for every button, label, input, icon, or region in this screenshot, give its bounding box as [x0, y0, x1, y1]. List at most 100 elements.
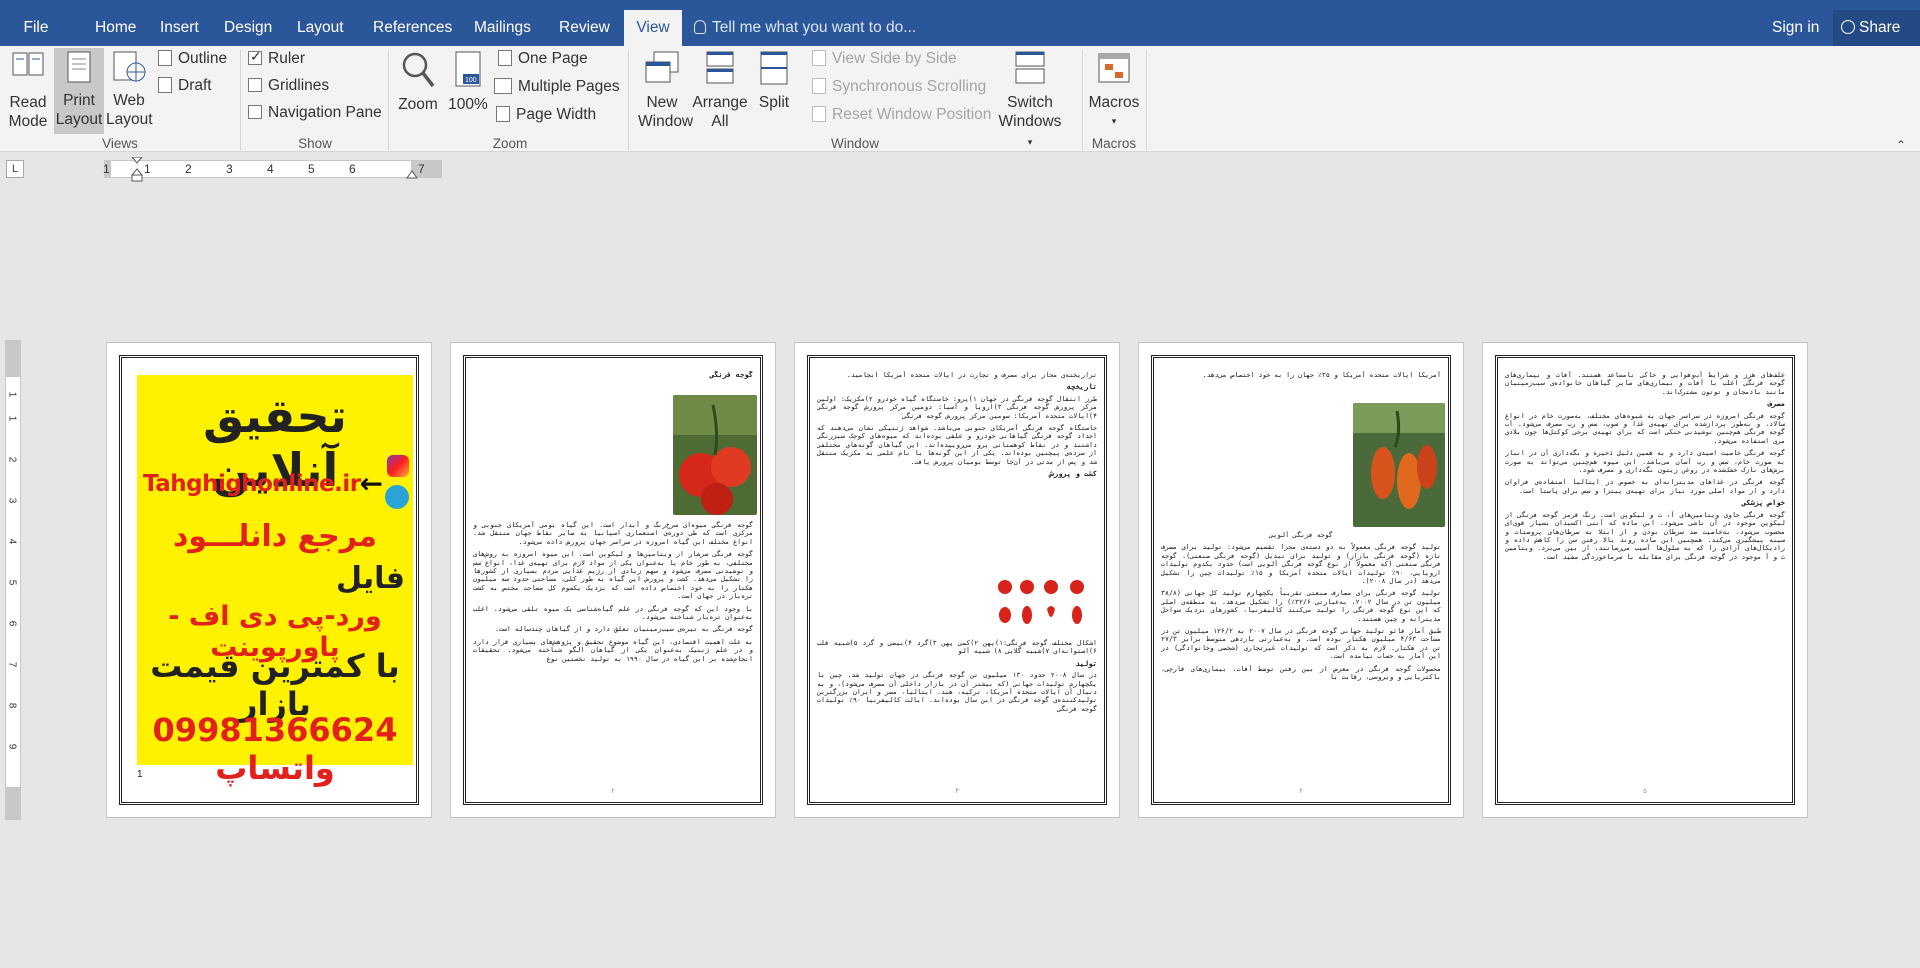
- page-number: ۲: [611, 788, 615, 795]
- page2-paragraph: با وجود این که گوجه فرنگی در علم گیاه‌شن…: [473, 604, 753, 622]
- document-page-3[interactable]: تراریخته‌ی مجاز برای مصرف و تجارت در ایا…: [794, 342, 1120, 818]
- ruler-number: 1: [103, 162, 110, 176]
- page5-paragraph: گوجه فرنگی حاوی ویتامین‌های آ، ث و لیکوپ…: [1505, 510, 1785, 561]
- split-button[interactable]: Split: [754, 50, 794, 112]
- svg-text:100: 100: [465, 77, 477, 84]
- ruler-number: 5: [6, 579, 18, 586]
- page2-paragraph: به علت اهمیت اقتصادی، این گیاه موضوع تحق…: [473, 637, 753, 663]
- new-window-label-2: Window: [638, 113, 694, 130]
- lightbulb-icon: [694, 20, 706, 34]
- document-page-1[interactable]: تحقیق آنلاین Tahghighonline.ir ← مرجع دا…: [106, 342, 432, 818]
- right-indent-marker-icon[interactable]: [406, 167, 418, 179]
- page3-heading-cultivation: کشت و پرورش: [1049, 469, 1097, 479]
- page4-body-top: آمریکا ایالات متحده آمریکا و ۳۵٪ جهان را…: [1161, 371, 1441, 395]
- read-mode-button[interactable]: Read Mode: [6, 50, 50, 131]
- draft-button[interactable]: Draft: [158, 77, 212, 95]
- sync-scrolling-icon: [812, 78, 826, 94]
- page-width-button[interactable]: Page Width: [496, 106, 596, 124]
- page5-paragraph: علف‌های هرز و شرایط آب‌وهوایی و خاکی نام…: [1505, 371, 1785, 396]
- synchronous-scrolling-button[interactable]: Synchronous Scrolling: [812, 78, 986, 96]
- ad-line-file: فایل: [336, 561, 405, 596]
- document-page-5[interactable]: علف‌های هرز و شرایط آب‌وهوایی و خاکی نام…: [1482, 342, 1808, 818]
- tab-mailings[interactable]: Mailings: [465, 10, 540, 46]
- zoom-group-label: Zoom: [492, 136, 528, 151]
- ruler-number: 4: [267, 162, 274, 176]
- read-mode-label-1: Read: [9, 94, 47, 111]
- multiple-pages-button[interactable]: Multiple Pages: [494, 78, 620, 96]
- tab-view[interactable]: View: [624, 10, 682, 46]
- document-page-2[interactable]: گوجه فرنگی گوجه فرنگی میوه‌ای سرخ‌رنگ و …: [450, 342, 776, 818]
- ruler-number: 2: [6, 456, 18, 463]
- arrange-all-icon: [706, 51, 734, 84]
- page3-heading-history: تاریخچه: [1066, 382, 1097, 392]
- tab-insert[interactable]: Insert: [151, 10, 208, 46]
- tab-references[interactable]: References: [364, 10, 461, 46]
- page5-heading-consumption: مصرف: [1767, 399, 1785, 409]
- ruler-number: 6: [349, 162, 356, 176]
- ruler-number: 1: [6, 415, 18, 422]
- page5-body: علف‌های هرز و شرایط آب‌وهوایی و خاکی نام…: [1505, 371, 1785, 707]
- macros-button[interactable]: Macros ▾: [1088, 50, 1140, 131]
- separator: [1146, 50, 1147, 150]
- one-page-button[interactable]: One Page: [498, 50, 588, 68]
- print-layout-button[interactable]: Print Layout: [54, 48, 104, 134]
- side-by-side-icon: [812, 50, 826, 66]
- arrange-all-label-2: All: [711, 113, 729, 130]
- ruler-label: Ruler: [268, 50, 306, 67]
- vertical-ruler[interactable]: 1 1 2 3 4 5 6 7 8 9: [5, 340, 21, 820]
- tab-layout[interactable]: Layout: [288, 10, 353, 46]
- tab-home[interactable]: Home: [86, 10, 145, 46]
- navigation-pane-checkbox[interactable]: Navigation Pane: [248, 104, 382, 122]
- view-side-by-side-button[interactable]: View Side by Side: [812, 50, 957, 68]
- horizontal-ruler[interactable]: 1 1 2 3 4 5 6 7: [103, 157, 442, 182]
- print-layout-label-1: Print: [63, 92, 95, 109]
- share-button[interactable]: Share: [1833, 10, 1920, 46]
- gridlines-checkbox[interactable]: Gridlines: [248, 77, 329, 95]
- ribbon-tab-bar: File Home Insert Design Layout Reference…: [0, 0, 1920, 46]
- ruler-number: 4: [6, 538, 18, 545]
- page5-paragraph: گوجه فرنگی خاصیت اسیدی دارد و به همین دل…: [1505, 449, 1785, 475]
- outline-button[interactable]: Outline: [158, 50, 227, 68]
- tab-review[interactable]: Review: [550, 10, 619, 46]
- tab-file[interactable]: File: [0, 10, 72, 46]
- reset-window-position-button[interactable]: Reset Window Position: [812, 106, 991, 124]
- checkbox-icon: [248, 78, 262, 92]
- switch-windows-icon: [1015, 51, 1045, 84]
- instagram-icon: [387, 455, 409, 477]
- chevron-down-icon: ▾: [1111, 116, 1117, 126]
- tomato-photo: [673, 395, 757, 515]
- arrange-all-button[interactable]: Arrange All: [692, 50, 748, 131]
- page5-paragraph: گوجه فرنگی در غذاهای مدیترانه‌ای به خصوص…: [1505, 478, 1785, 495]
- sign-in-link[interactable]: Sign in: [1772, 10, 1819, 46]
- ruler-checkbox[interactable]: Ruler: [248, 48, 306, 68]
- indent-marker-icon[interactable]: [131, 157, 143, 183]
- plum-tomato-photo: [1353, 403, 1445, 527]
- switch-windows-label-2-text: Windows: [998, 113, 1062, 130]
- collapse-ribbon-icon[interactable]: ⌃: [1896, 138, 1906, 152]
- page2-heading-block: گوجه فرنگی: [473, 371, 753, 397]
- ad-line-whatsapp: 09981366624 واتساپ: [152, 711, 398, 787]
- cursor-page-mark: 1: [137, 769, 143, 780]
- ribbon-view: Read Mode Print Layout Web Layout Outlin…: [0, 46, 1920, 152]
- web-layout-button[interactable]: Web Layout: [106, 50, 153, 129]
- tell-me-search[interactable]: Tell me what you want to do...: [694, 10, 916, 46]
- page2-body: گوجه فرنگی میوه‌ای سرخ‌رنگ و آبدار است. …: [473, 521, 753, 771]
- page4-photo-caption: گوجه فرنگی آلویی: [1269, 531, 1333, 539]
- zoom-100-icon: 100: [455, 51, 481, 87]
- new-window-icon: [645, 51, 679, 83]
- document-page-4[interactable]: آمریکا ایالات متحده آمریکا و ۳۵٪ جهان را…: [1138, 342, 1464, 818]
- ruler-number: 3: [226, 162, 233, 176]
- gridlines-label: Gridlines: [268, 77, 330, 94]
- zoom-100-label: 100%: [448, 96, 488, 113]
- macros-label: Macros: [1088, 94, 1140, 111]
- page3-paragraph: تراریخته‌ی مجاز برای مصرف و تجارت در ایا…: [846, 371, 1097, 379]
- page4-body: گوجه فرنگی آلویی تولید گوجه فرنگی معمولا…: [1161, 531, 1441, 775]
- ad-website: Tahghighonline.ir: [143, 471, 361, 497]
- new-window-button[interactable]: New Window: [638, 50, 694, 131]
- switch-windows-button[interactable]: Switch Windows ▾: [998, 50, 1062, 152]
- zoom-100-button[interactable]: 100 100%: [448, 50, 488, 114]
- zoom-button[interactable]: Zoom: [396, 50, 440, 114]
- tab-design[interactable]: Design: [215, 10, 281, 46]
- tab-selector[interactable]: L: [6, 160, 24, 178]
- arrange-all-label-1: Arrange: [692, 94, 748, 111]
